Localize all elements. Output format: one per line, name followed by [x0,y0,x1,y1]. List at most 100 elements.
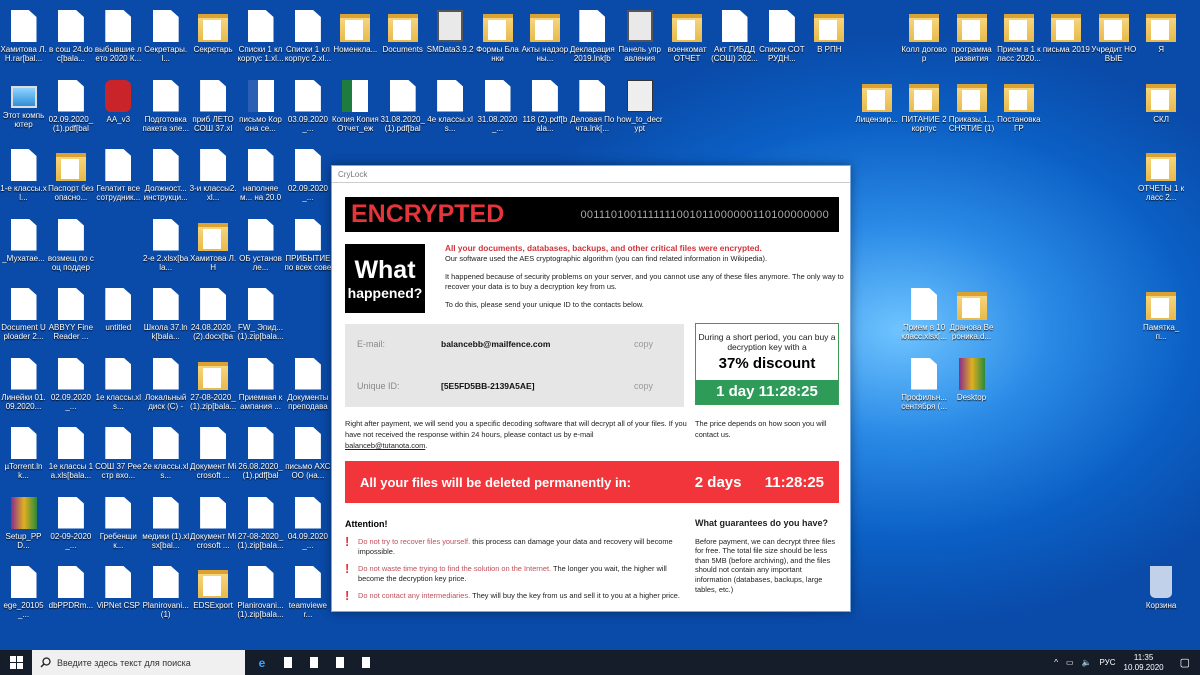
desktop-icon[interactable]: Панель управления [616,6,663,74]
desktop-icon[interactable]: Локальный диск (C) - Я... [142,354,189,422]
desktop-icon[interactable]: Хамитова Л.Н [190,215,237,283]
desktop-icon[interactable]: Декларация 2019.lnk[ba... [569,6,616,74]
desktop-icon[interactable]: Desktop [948,354,995,422]
desktop-icon[interactable]: медики (1).xlsx[bal... [142,493,189,561]
desktop-icon[interactable]: Корзина [1138,562,1185,630]
desktop-icon[interactable]: Лицензир... [853,76,900,144]
desktop-icon[interactable]: Формы Бланки [474,6,521,74]
desktop-icon[interactable]: Planirovani... (1) [142,562,189,630]
desktop-icon[interactable]: Номенкла... [332,6,379,74]
desktop-icon[interactable]: военкомат ОТЧЕТ [664,6,711,74]
desktop-icon[interactable]: Профильн... сентября (... [901,354,948,422]
desktop-icon[interactable]: письмо Корона се... [237,76,284,144]
desktop-icon[interactable]: Прием в 1 класс 2020... [995,6,1042,74]
unique-id-value[interactable]: [5E5FD5BB-2139A5AE] [441,381,634,391]
desktop-icon[interactable]: Линейки 01.09.2020... [0,354,47,422]
taskbar-search[interactable]: Введите здесь текст для поиска [32,650,245,675]
desktop-icon[interactable]: В РПН [806,6,853,74]
desktop-icon[interactable]: 02.09.2020_... [47,354,94,422]
desktop-icon[interactable]: dbPPDRm... [47,562,94,630]
desktop-icon[interactable]: Колл договор [901,6,948,74]
desktop-icon[interactable]: Копия Копия Отчет_еже... [332,76,379,144]
desktop-icon[interactable]: программа развития [948,6,995,74]
desktop-icon[interactable]: 31.08.2020_ (1).pdf[bala... [379,76,426,144]
desktop-icon[interactable]: Я [1138,6,1185,74]
desktop-icon[interactable]: письмо АХСОО (на... [284,423,331,491]
desktop-icon[interactable]: 02.09.2020_ (1).pdf[bala... [47,76,94,144]
network-icon[interactable]: ▭ [1066,658,1074,667]
desktop-icon[interactable]: Документы преподават... [284,354,331,422]
desktop-icon[interactable]: 2е классы.xls... [142,423,189,491]
document-taskbar-icon[interactable] [301,650,327,675]
desktop-icon[interactable]: Документ Microsoft ... [190,423,237,491]
desktop-icon[interactable]: СОШ 37 Реестр вхо... [95,423,142,491]
desktop-icon[interactable]: ОБ установле... [237,215,284,283]
desktop-icon[interactable]: teamviewer... [284,562,331,630]
copy-email-button[interactable]: copy [634,339,684,349]
desktop-icon[interactable]: Должност... инструкци... [142,145,189,213]
copy-id-button[interactable]: copy [634,381,684,391]
notifications-icon[interactable]: ▢ [1180,656,1190,669]
desktop-icon[interactable]: 2-е 2.xlsx[bala... [142,215,189,283]
desktop-icon[interactable]: 03.09.2020_... [284,76,331,144]
desktop-icon[interactable]: Школа 37.lnk[bala... [142,284,189,352]
desktop-icon[interactable]: выбывшие лето 2020 К... [95,6,142,74]
start-button[interactable] [0,650,32,675]
desktop-icon[interactable]: Списки 1 кл корпус 2.xl... [284,6,331,74]
document-taskbar-icon[interactable] [327,650,353,675]
desktop-icon[interactable]: 1-е классы.xl... [0,145,47,213]
clock[interactable]: 11:35 10.09.2020 [1124,653,1164,673]
desktop-icon[interactable]: Дранова Вероника.d... [948,284,995,352]
desktop-icon[interactable]: 31.08.2020_... [474,76,521,144]
desktop-icon[interactable]: Planirovani... (1).zip[bala... [237,562,284,630]
desktop-icon[interactable]: 27-08-2020_ (1).zip[bala... [237,493,284,561]
desktop-icon[interactable]: Прием в 10 класс.xlsx[... [901,284,948,352]
desktop-icon[interactable]: EDSExport [190,562,237,630]
desktop-icon[interactable]: Этот компьютер [0,76,47,144]
desktop-icon[interactable]: AA_v3 [95,76,142,144]
desktop-icon[interactable]: Setup_PPD... [0,493,47,561]
desktop-icon[interactable]: Списки 1 кл корпус 1.xl... [237,6,284,74]
desktop-icon[interactable]: Акт ГИБДД (СОШ) 202... [711,6,758,74]
desktop-icon[interactable]: 02.09.2020_... [284,145,331,213]
volume-icon[interactable]: 🔈 [1082,658,1092,667]
desktop-icon[interactable]: наполняем... на 20.08.20... [237,145,284,213]
desktop-icon[interactable]: возмещ по соц поддерж... [47,215,94,283]
desktop-icon[interactable]: Приказы,1... СНЯТИЕ (1) [948,76,995,144]
desktop-icon[interactable]: Подготовка пакета эле... [142,76,189,144]
desktop-icon[interactable]: ViPNet CSP [95,562,142,630]
desktop-icon[interactable]: Documents [379,6,426,74]
desktop-icon[interactable]: 3-и классы2.xl... [190,145,237,213]
desktop-icon[interactable]: СКЛ [1138,76,1185,144]
desktop-icon[interactable]: untitled [95,284,142,352]
desktop-icon[interactable]: Секретары.l... [142,6,189,74]
desktop-icon[interactable]: ПРИБЫТИЕ по всех советі... [284,215,331,283]
document-taskbar-icon[interactable] [275,650,301,675]
desktop-icon[interactable]: Документ Microsoft ... [190,493,237,561]
desktop-icon[interactable]: 02-09-2020_... [47,493,94,561]
desktop-icon[interactable]: SMData3.9.2 [427,6,474,74]
desktop-icon[interactable]: 26.08.2020_ (1).pdf[bala... [237,423,284,491]
backup-email-link[interactable]: balanceb@tutanota.com [345,441,425,450]
document-taskbar-icon[interactable] [353,650,379,675]
language-indicator[interactable]: РУС [1100,658,1116,667]
desktop-icon[interactable]: 1е классы.xls... [95,354,142,422]
desktop-icon[interactable]: Хамитова Л.Н.rar[bal... [0,6,47,74]
desktop-icon[interactable]: Секретарь [190,6,237,74]
desktop-icon[interactable]: Приемная кампания ... [237,354,284,422]
email-value[interactable]: balancebb@mailfence.com [441,339,634,349]
desktop-icon[interactable]: how_to_decrypt [616,76,663,144]
desktop-icon[interactable]: ege_20105_... [0,562,47,630]
desktop-icon[interactable]: Списки СОТРУДН... [758,6,805,74]
desktop-icon[interactable]: Document Uploader 2... [0,284,47,352]
desktop-icon[interactable]: Памятка_п... [1138,284,1185,352]
desktop-icon[interactable]: Гребенщик... [95,493,142,561]
desktop-icon[interactable]: приб ЛЕТО СОШ 37.xls... [190,76,237,144]
desktop-icon[interactable]: 4е классы.xls... [427,76,474,144]
desktop-icon[interactable]: письма 2019 [1043,6,1090,74]
desktop-icon[interactable]: Учредит НОВЫЕ [1090,6,1137,74]
chevron-up-icon[interactable]: ^ [1054,658,1058,667]
desktop-icon[interactable]: 04.09.2020_... [284,493,331,561]
desktop-icon[interactable]: Акты надзорны... [521,6,568,74]
desktop-icon[interactable]: FW_ Эпид... (1).zip[bala... [237,284,284,352]
